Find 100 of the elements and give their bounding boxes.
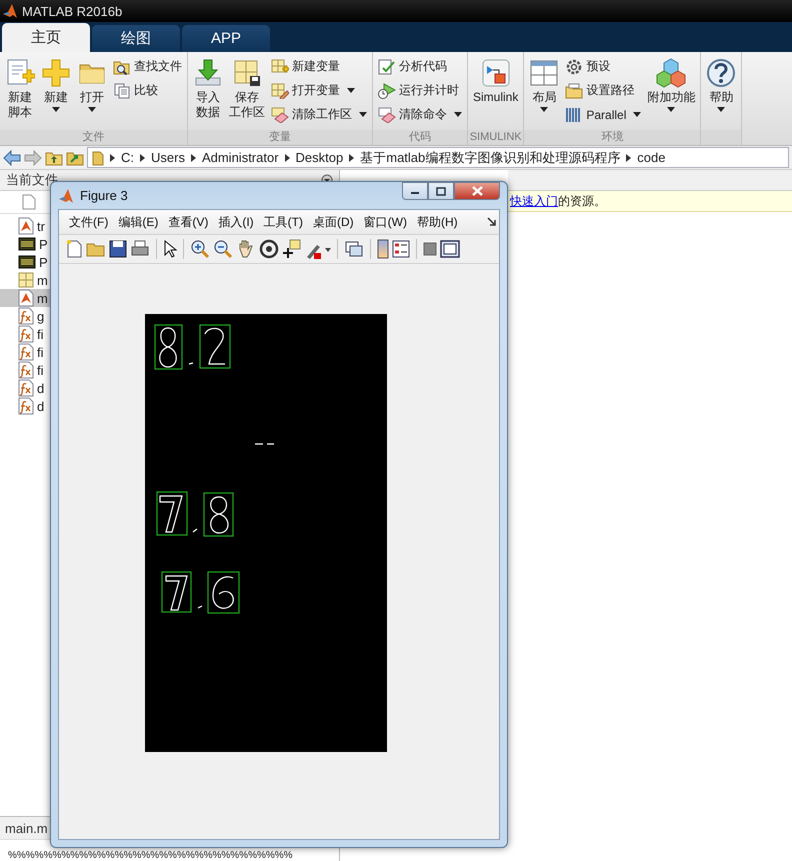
ribbon-button[interactable]: 帮助 xyxy=(703,56,740,114)
documents-icon xyxy=(113,82,131,98)
ribbon-button[interactable]: 新建 脚本 xyxy=(2,56,38,122)
grid-plus-icon xyxy=(271,58,289,74)
zoom-out-icon[interactable] xyxy=(213,239,233,259)
path-crumb[interactable]: Users xyxy=(151,150,185,165)
function-file-icon xyxy=(18,379,34,397)
menu-item[interactable]: 帮助(H) xyxy=(412,212,462,232)
square-icon[interactable] xyxy=(423,242,437,256)
menu-item[interactable]: 查看(V) xyxy=(164,212,212,232)
menu-item[interactable]: 插入(I) xyxy=(214,212,258,232)
ribbon-button[interactable]: 布局 xyxy=(526,56,562,114)
jpg-file-icon xyxy=(18,236,36,252)
matlab-logo-icon xyxy=(2,3,18,19)
back-arrow-icon[interactable] xyxy=(3,150,21,166)
chevron-icon xyxy=(140,154,145,162)
chevron-icon xyxy=(626,154,632,162)
maximize-button[interactable] xyxy=(428,182,454,200)
ribbon-button[interactable]: 保存 工作区 xyxy=(226,56,268,122)
file-preview-text: %%%%%%%%%%%%%%%%%%%%%%%%%%%%%%%% xyxy=(7,850,294,861)
grid-pencil-icon xyxy=(271,82,289,98)
ribbon-button[interactable]: 比较 xyxy=(110,80,185,101)
eraser-icon xyxy=(271,106,289,122)
section-title: SIMULINK xyxy=(468,130,524,145)
ribbon-button[interactable]: 新建 xyxy=(38,56,74,114)
chevron-icon xyxy=(349,154,354,162)
grid-disk-icon xyxy=(232,58,262,88)
zoom-in-icon[interactable] xyxy=(190,239,210,259)
path-crumb[interactable]: C: xyxy=(121,150,134,165)
getting-started-link[interactable]: 快速入门 xyxy=(510,192,558,210)
folder-up-icon[interactable] xyxy=(45,150,63,166)
file-row[interactable]: tr xyxy=(0,217,50,235)
notice-text: 的资源。 xyxy=(558,192,606,210)
menu-item[interactable]: 文件(F) xyxy=(65,212,112,232)
file-row[interactable]: fi xyxy=(0,361,50,379)
legend-icon[interactable] xyxy=(392,240,410,258)
ribbon-button[interactable]: 查找文件 xyxy=(110,56,185,77)
chevron-icon xyxy=(284,154,290,162)
window-title: Figure 3 xyxy=(80,188,129,203)
ribbon-button[interactable]: 清除工作区 xyxy=(268,104,370,125)
corner-arrow-icon[interactable] xyxy=(487,217,497,227)
minimize-button[interactable] xyxy=(402,182,428,200)
path-crumb[interactable]: code xyxy=(637,150,666,165)
eraser-icon xyxy=(378,106,396,122)
file-row[interactable]: d xyxy=(0,397,50,415)
file-row[interactable]: P xyxy=(0,253,50,271)
ribbon-button[interactable]: 新建变量 xyxy=(268,56,370,77)
new-page-icon[interactable] xyxy=(65,239,83,259)
jpg-file-icon xyxy=(18,254,36,270)
ribbon-button[interactable]: Parallel xyxy=(562,104,644,125)
folder-arrow-icon[interactable] xyxy=(66,150,84,166)
menu-item[interactable]: 窗口(W) xyxy=(360,212,411,232)
file-row[interactable]: d xyxy=(0,379,50,397)
block-diagram-icon xyxy=(480,58,511,88)
save-icon[interactable] xyxy=(109,240,127,258)
pointer-icon[interactable] xyxy=(163,239,177,259)
ribbon-button[interactable]: Simulink xyxy=(470,56,522,107)
folder-icon xyxy=(565,82,584,98)
file-row[interactable]: fi xyxy=(0,343,50,361)
ribbon-button[interactable]: 导入 数据 xyxy=(190,56,226,122)
plot-frame-icon[interactable] xyxy=(440,240,460,258)
gear-icon xyxy=(565,58,584,74)
colorbar-icon[interactable] xyxy=(377,239,389,259)
section-title: 变量 xyxy=(188,130,372,145)
ribbon-button[interactable]: 预设 xyxy=(562,56,644,77)
ribbon-tab[interactable]: 绘图 xyxy=(92,25,180,52)
ribbon-button[interactable]: 设置路径 xyxy=(562,80,644,101)
function-file-icon xyxy=(18,343,34,361)
ribbon-button[interactable]: 清除命令 xyxy=(375,104,465,125)
data-cursor-icon[interactable] xyxy=(282,239,302,259)
ribbon-button[interactable]: 运行并计时 xyxy=(375,80,465,101)
ribbon-tab[interactable]: 主页 xyxy=(2,23,90,52)
file-row[interactable]: m xyxy=(0,271,50,289)
linked-windows-icon[interactable] xyxy=(344,239,364,259)
function-file-icon xyxy=(18,397,34,415)
ribbon-button[interactable]: 分析代码 xyxy=(375,56,465,77)
close-button[interactable] xyxy=(454,182,500,200)
path-crumb[interactable]: 基于matlab编程数字图像识别和处理源码程序 xyxy=(360,148,620,166)
help-icon xyxy=(706,58,736,88)
file-row[interactable]: fi xyxy=(0,325,50,343)
file-row[interactable]: m xyxy=(0,289,50,307)
section-title: 文件 xyxy=(0,130,187,145)
path-crumb[interactable]: Administrator xyxy=(202,150,279,165)
menu-item[interactable]: 工具(T) xyxy=(260,212,307,232)
folder-icon xyxy=(92,150,104,166)
path-crumb[interactable]: Desktop xyxy=(296,150,344,165)
file-row[interactable]: P xyxy=(0,235,50,253)
section-title: 代码 xyxy=(373,130,467,145)
matlab-logo-icon xyxy=(58,188,74,204)
chevron-icon xyxy=(110,154,115,162)
ribbon-tab[interactable]: APP xyxy=(182,25,270,52)
menu-item[interactable]: 编辑(E) xyxy=(114,212,162,232)
path-field[interactable]: C: Users Administrator Desktop 基于matlab编程数字图像识别和处理源码程序 code xyxy=(87,147,789,168)
down-arrow-tray-icon xyxy=(193,58,223,88)
ribbon-button[interactable]: 附加功能 xyxy=(644,56,698,114)
file-row[interactable]: g xyxy=(0,307,50,325)
menu-item[interactable]: 桌面(D) xyxy=(308,212,358,232)
ribbon-button[interactable]: 打开变量 xyxy=(268,80,370,101)
document-logo-icon xyxy=(18,217,34,235)
ribbon-button[interactable]: 打开 xyxy=(74,56,110,114)
